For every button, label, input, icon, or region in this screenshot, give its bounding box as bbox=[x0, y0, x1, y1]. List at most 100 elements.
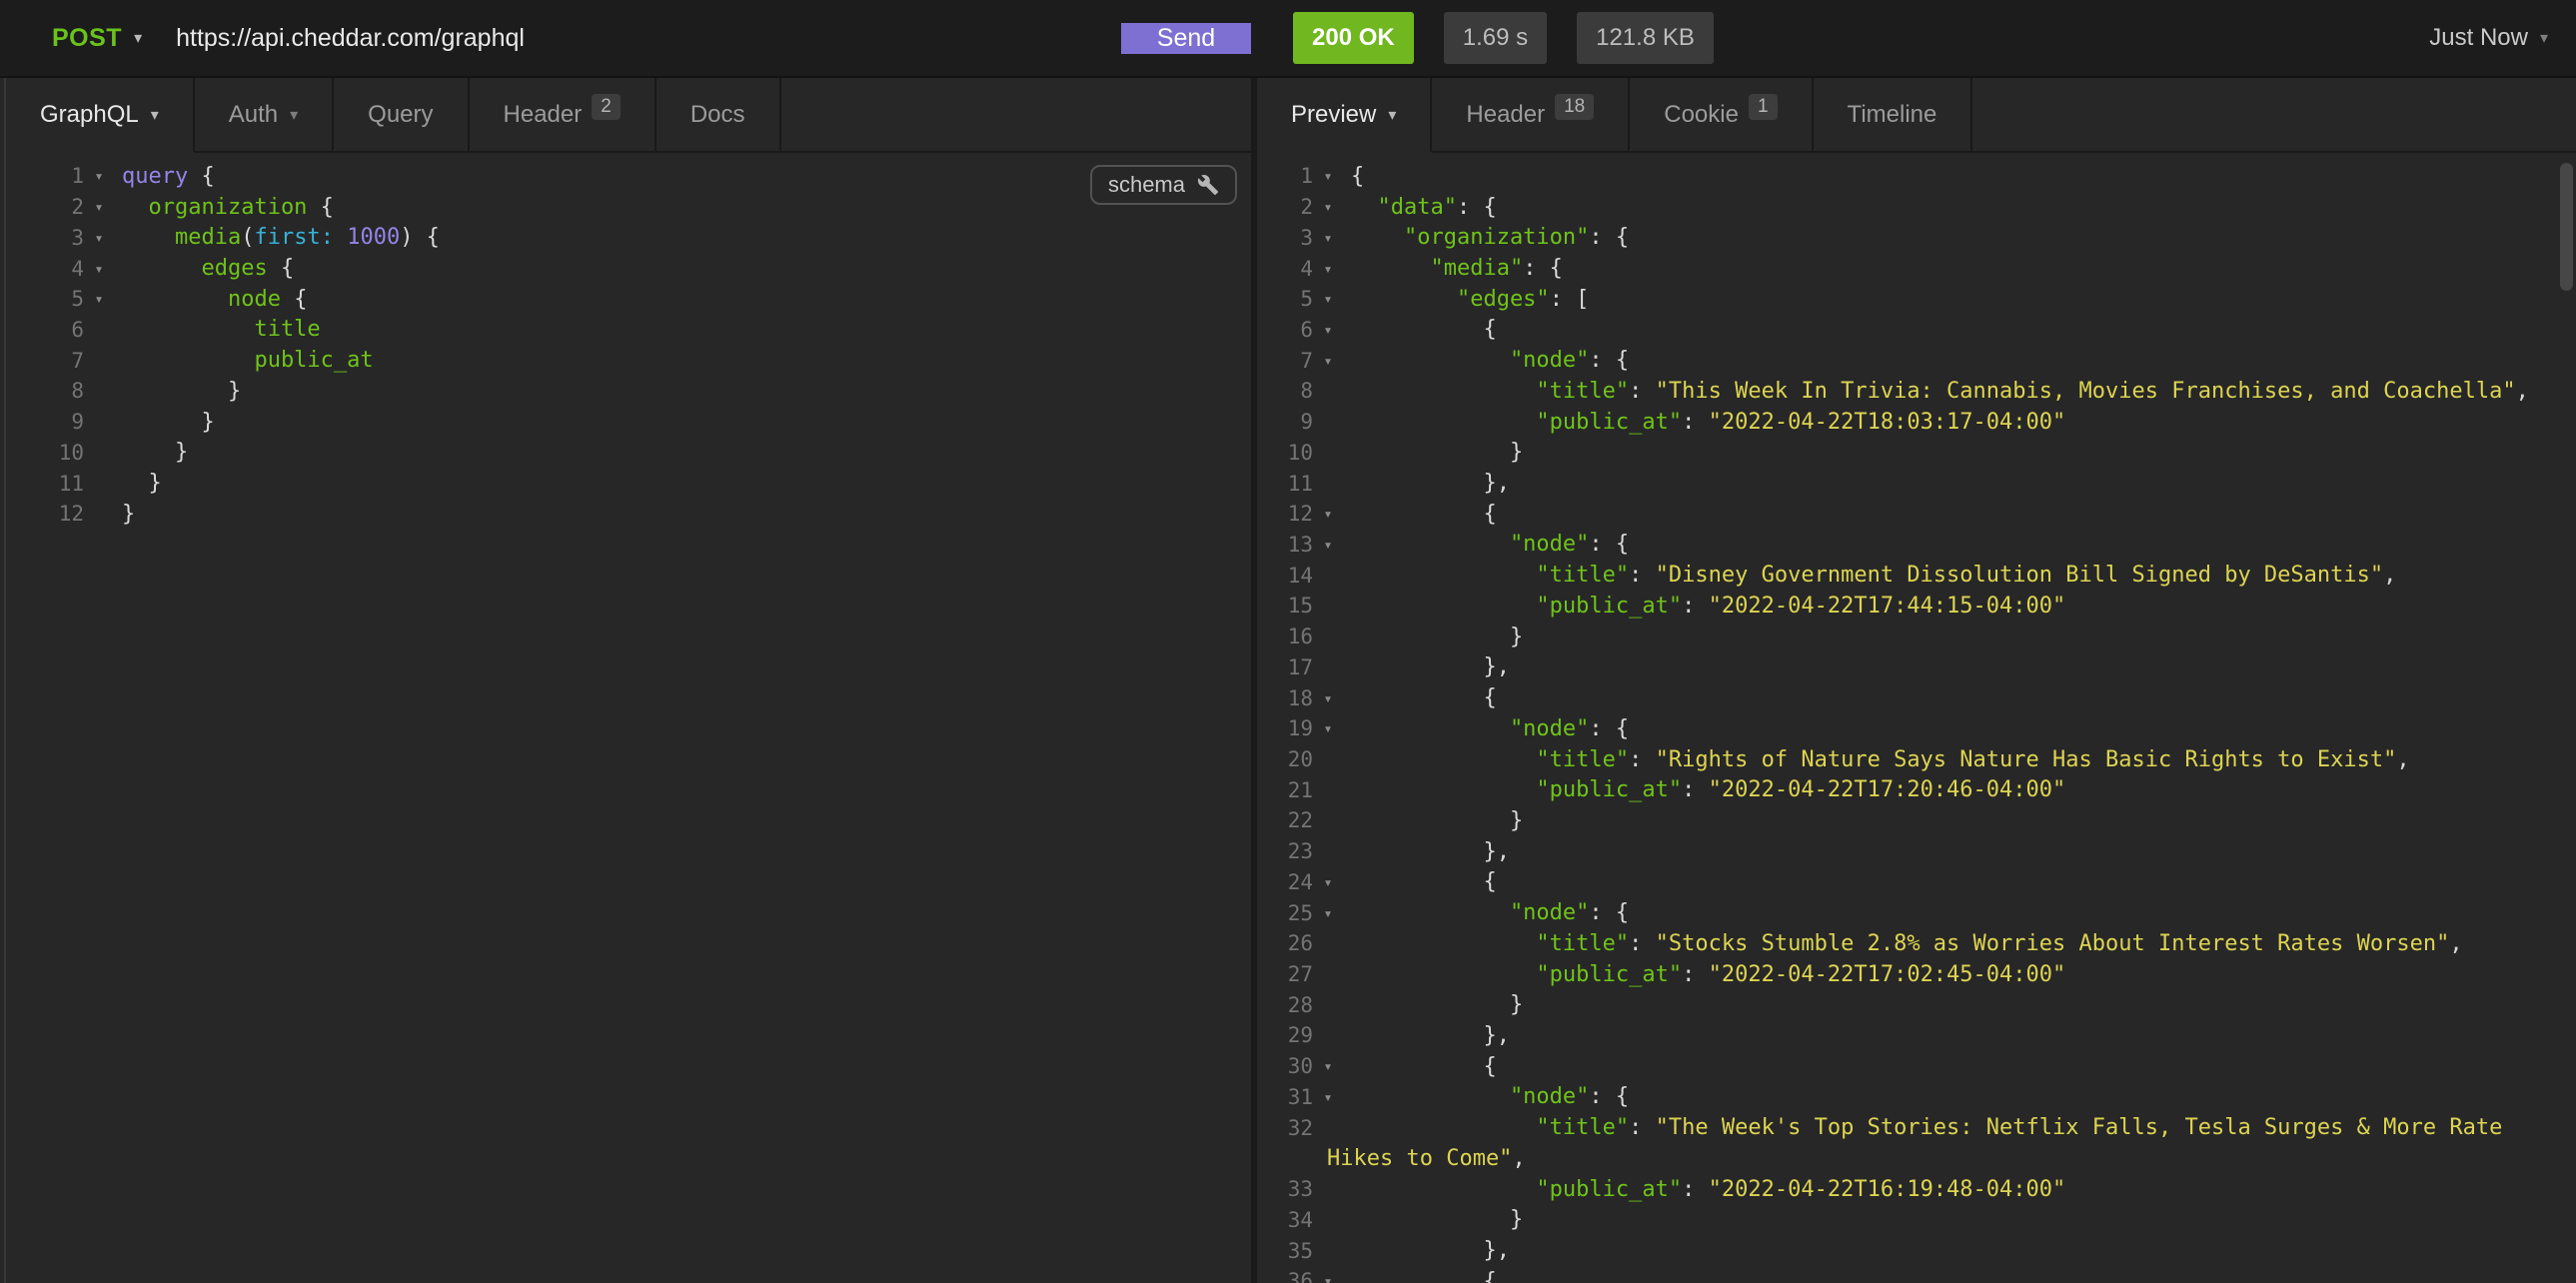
code-line: 8 } bbox=[6, 376, 1251, 407]
line-number: 8 bbox=[6, 379, 84, 403]
send-button[interactable]: Send bbox=[1121, 23, 1251, 54]
tab-label: Timeline bbox=[1848, 101, 1937, 129]
cookie-count-badge: 1 bbox=[1749, 94, 1778, 120]
fold-toggle-icon[interactable]: ▾ bbox=[1313, 321, 1343, 339]
fold-toggle-icon[interactable]: ▾ bbox=[1313, 229, 1343, 247]
fold-toggle-icon[interactable]: ▾ bbox=[84, 229, 114, 247]
code-text: }, bbox=[1351, 471, 1510, 496]
code-line: 17 }, bbox=[1257, 652, 2576, 683]
chevron-down-icon[interactable]: ▾ bbox=[134, 28, 142, 48]
fold-toggle-icon[interactable]: ▾ bbox=[1313, 1088, 1343, 1106]
tab-timeline[interactable]: Timeline bbox=[1814, 78, 1973, 153]
method-dropdown[interactable]: POST bbox=[52, 24, 122, 53]
code-text: "title": "Stocks Stumble 2.8% as Worries… bbox=[1351, 931, 2463, 956]
tab-label: Auth bbox=[229, 101, 278, 129]
fold-toggle-icon[interactable]: ▾ bbox=[1313, 873, 1343, 891]
line-number: 22 bbox=[1257, 808, 1313, 832]
line-number: 2 bbox=[6, 195, 84, 219]
tab-label: Header bbox=[504, 101, 583, 129]
fold-toggle-icon[interactable]: ▾ bbox=[1313, 352, 1343, 370]
code-line: 26 "title": "Stocks Stumble 2.8% as Worr… bbox=[1257, 928, 2576, 959]
fold-toggle-icon[interactable]: ▾ bbox=[84, 260, 114, 278]
line-number: 13 bbox=[1257, 533, 1313, 557]
code-text: } bbox=[1351, 1207, 1523, 1232]
line-number: 24 bbox=[1257, 870, 1313, 894]
tab-cookie[interactable]: Cookie 1 bbox=[1630, 78, 1813, 153]
line-number: 6 bbox=[6, 318, 84, 342]
fold-toggle-icon[interactable]: ▾ bbox=[84, 167, 114, 185]
tab-header[interactable]: Header 2 bbox=[470, 78, 656, 153]
code-text: "title": "Disney Government Dissolution … bbox=[1351, 563, 2396, 588]
code-text: "public_at": "2022-04-22T17:02:45-04:00" bbox=[1351, 962, 2065, 987]
line-number: 9 bbox=[6, 410, 84, 434]
fold-toggle-icon[interactable]: ▾ bbox=[1313, 260, 1343, 278]
fold-toggle-icon[interactable]: ▾ bbox=[1313, 505, 1343, 523]
line-number: 32 bbox=[1257, 1116, 1313, 1140]
tab-query[interactable]: Query bbox=[334, 78, 469, 153]
code-line: 29 }, bbox=[1257, 1020, 2576, 1051]
fold-toggle-icon[interactable]: ▾ bbox=[84, 290, 114, 308]
fold-toggle-icon[interactable]: ▾ bbox=[1313, 689, 1343, 707]
url-input[interactable]: https://api.cheddar.com/graphql bbox=[176, 24, 525, 53]
line-number: 25 bbox=[1257, 901, 1313, 925]
code-text: "title": "The Week's Top Stories: Netfli… bbox=[1351, 1115, 2502, 1140]
tab-label: Query bbox=[368, 101, 433, 129]
code-text: { bbox=[1351, 869, 1497, 894]
code-line: 3▾ "organization": { bbox=[1257, 222, 2576, 253]
code-line: 30▾ { bbox=[1257, 1051, 2576, 1082]
code-line: 14 "title": "Disney Government Dissoluti… bbox=[1257, 560, 2576, 591]
fold-toggle-icon[interactable]: ▾ bbox=[1313, 536, 1343, 554]
code-line: 1▾query { bbox=[6, 161, 1251, 192]
code-text: }, bbox=[1351, 839, 1510, 864]
code-text: node { bbox=[122, 287, 307, 312]
code-line: 20 "title": "Rights of Nature Says Natur… bbox=[1257, 744, 2576, 775]
tab-docs[interactable]: Docs bbox=[656, 78, 781, 153]
line-number: 10 bbox=[1257, 441, 1313, 465]
code-line: 25▾ "node": { bbox=[1257, 897, 2576, 928]
fold-toggle-icon[interactable]: ▾ bbox=[1313, 290, 1343, 308]
line-number: 2 bbox=[1257, 195, 1313, 219]
code-line: 8 "title": "This Week In Trivia: Cannabi… bbox=[1257, 376, 2576, 407]
fold-toggle-icon[interactable]: ▾ bbox=[1313, 1057, 1343, 1075]
code-line: 3▾ media(first: 1000) { bbox=[6, 222, 1251, 253]
code-line: 7 public_at bbox=[6, 345, 1251, 376]
schema-button[interactable]: schema bbox=[1090, 165, 1237, 205]
response-size-badge: 121.8 KB bbox=[1577, 12, 1714, 64]
fold-toggle-icon[interactable]: ▾ bbox=[1313, 167, 1343, 185]
code-text: "node": { bbox=[1351, 716, 1629, 741]
code-text: } bbox=[1351, 992, 1523, 1017]
line-number: 34 bbox=[1257, 1208, 1313, 1232]
fold-toggle-icon[interactable]: ▾ bbox=[1313, 904, 1343, 922]
line-number: 20 bbox=[1257, 747, 1313, 771]
response-history-dropdown[interactable]: Just Now ▾ bbox=[2429, 24, 2548, 52]
code-text: "public_at": "2022-04-22T18:03:17-04:00" bbox=[1351, 410, 2065, 435]
code-line: 4▾ edges { bbox=[6, 253, 1251, 284]
code-text: "node": { bbox=[1351, 900, 1629, 925]
status-badge: 200 OK bbox=[1293, 12, 1414, 64]
code-text: } bbox=[122, 471, 162, 496]
tab-response-header[interactable]: Header 18 bbox=[1432, 78, 1630, 153]
tab-preview[interactable]: Preview ▾ bbox=[1257, 78, 1432, 153]
code-text: organization { bbox=[122, 195, 334, 220]
tab-filler bbox=[781, 78, 1252, 153]
fold-toggle-icon[interactable]: ▾ bbox=[1313, 719, 1343, 737]
code-text: "title": "This Week In Trivia: Cannabis,… bbox=[1351, 379, 2529, 404]
tab-auth[interactable]: Auth ▾ bbox=[195, 78, 334, 153]
graphql-query-editor[interactable]: schema 1▾query {2▾ organization {3▾ medi… bbox=[6, 155, 1251, 1283]
fold-toggle-icon[interactable]: ▾ bbox=[84, 198, 114, 216]
code-text: public_at bbox=[122, 348, 374, 373]
code-line: 5▾ "edges": [ bbox=[1257, 284, 2576, 315]
fold-toggle-icon[interactable]: ▾ bbox=[1313, 198, 1343, 216]
response-preview-editor[interactable]: 1▾{2▾ "data": {3▾ "organization": {4▾ "m… bbox=[1257, 155, 2576, 1283]
code-text: } bbox=[1351, 440, 1523, 465]
code-line: 31▾ "node": { bbox=[1257, 1082, 2576, 1113]
scrollbar-thumb[interactable] bbox=[2560, 163, 2573, 291]
code-text: "public_at": "2022-04-22T17:44:15-04:00" bbox=[1351, 594, 2065, 619]
tab-graphql[interactable]: GraphQL ▾ bbox=[6, 78, 195, 153]
code-text: "title": "Rights of Nature Says Nature H… bbox=[1351, 747, 2410, 772]
code-text: }, bbox=[1351, 1023, 1510, 1048]
fold-toggle-icon[interactable]: ▾ bbox=[1313, 1272, 1343, 1283]
code-text: { bbox=[1351, 1269, 1497, 1283]
code-text: "media": { bbox=[1351, 256, 1563, 281]
chevron-down-icon: ▾ bbox=[2540, 28, 2548, 48]
